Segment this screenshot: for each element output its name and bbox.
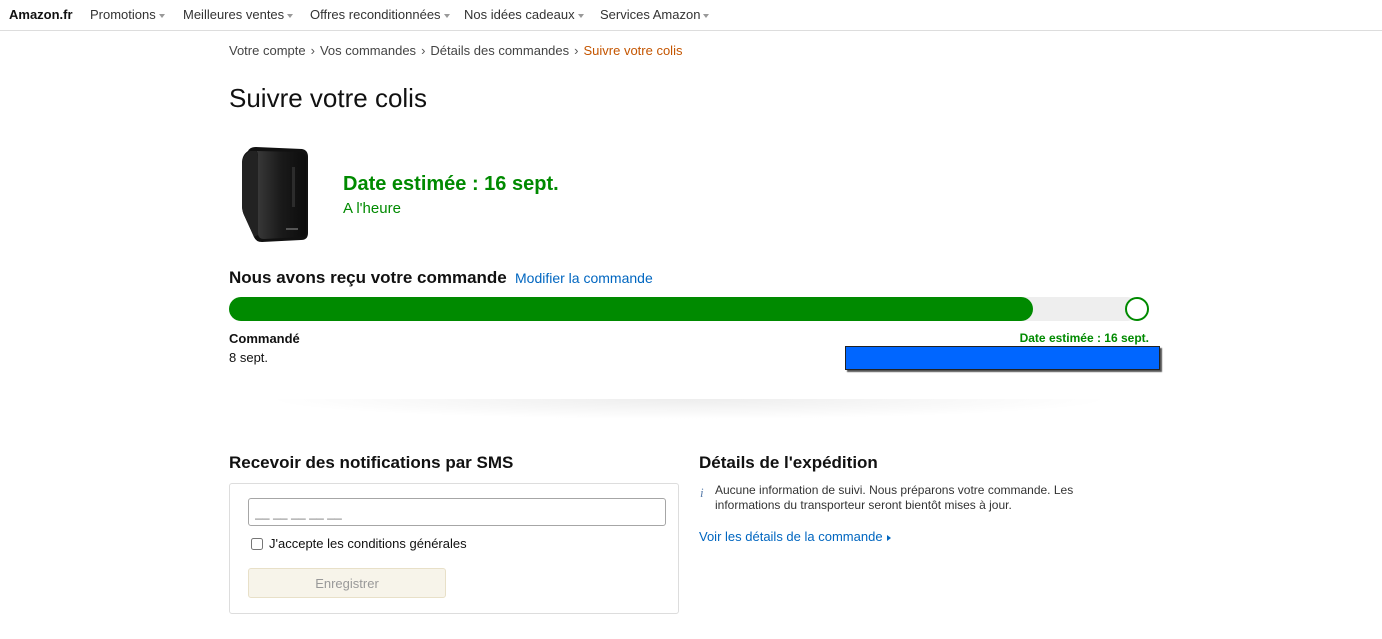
nav-item-promotions[interactable]: Promotions xyxy=(90,7,165,22)
progress-start-date: 8 sept. xyxy=(229,350,269,365)
nav-item-services[interactable]: Services Amazon xyxy=(600,7,710,22)
chevron-down-icon xyxy=(158,13,165,18)
estimated-delivery-date: Date estimée : 16 sept. xyxy=(343,173,559,195)
nav-item-label: Meilleures ventes xyxy=(183,7,285,22)
order-details-link-label: Voir les détails de la commande xyxy=(699,529,883,544)
nav-item-label: Promotions xyxy=(90,7,156,22)
nav-item-gift-ideas[interactable]: Nos idées cadeaux xyxy=(464,7,584,22)
product-image[interactable] xyxy=(238,145,310,245)
terms-checkbox-row[interactable]: J'accepte les conditions générales xyxy=(251,536,467,551)
breadcrumb-separator: › xyxy=(574,43,579,58)
shipping-info-text: Aucune information de suivi. Nous prépar… xyxy=(715,483,1074,512)
progress-track xyxy=(229,297,1139,321)
chevron-right-icon xyxy=(886,534,891,541)
brand-logo[interactable]: Amazon.fr xyxy=(9,7,73,22)
chevron-down-icon xyxy=(577,13,584,18)
progress-end-label: Date estimée : 16 sept. xyxy=(1019,331,1149,345)
phone-number-input[interactable] xyxy=(248,498,666,526)
nav-item-bestsellers[interactable]: Meilleures ventes xyxy=(183,7,294,22)
nas-device-icon xyxy=(242,147,308,242)
nav-item-refurbished[interactable]: Offres reconditionnées xyxy=(310,7,450,22)
order-details-link[interactable]: Voir les détails de la commande xyxy=(699,529,891,544)
breadcrumb-order-details[interactable]: Détails des commandes xyxy=(430,43,569,58)
nav-item-label: Services Amazon xyxy=(600,7,701,22)
progress-fill xyxy=(229,297,1034,321)
progress-start-label: Commandé xyxy=(229,331,300,346)
terms-checkbox[interactable] xyxy=(251,538,263,550)
breadcrumb-separator: › xyxy=(421,43,426,58)
nav-item-label: Offres reconditionnées xyxy=(310,7,441,22)
breadcrumb-your-orders[interactable]: Vos commandes xyxy=(320,43,416,58)
save-button[interactable]: Enregistrer xyxy=(248,568,446,598)
sms-section-title: Recevoir des notifications par SMS xyxy=(229,453,514,472)
sms-form-box: J'accepte les conditions générales Enreg… xyxy=(229,483,679,614)
section-divider xyxy=(229,399,1149,421)
page-title: Suivre votre colis xyxy=(229,83,427,113)
breadcrumb: Votre compte › Vos commandes › Détails des c… xyxy=(229,43,682,58)
chevron-down-icon xyxy=(703,13,710,18)
modify-order-link[interactable]: Modifier la commande xyxy=(515,270,653,286)
nav-item-label: Nos idées cadeaux xyxy=(464,7,575,22)
top-nav: Amazon.fr Promotions Meilleures ventes O… xyxy=(0,0,1382,31)
tracking-status-title: Nous avons reçu votre commande xyxy=(229,268,507,287)
shipping-section-title: Détails de l'expédition xyxy=(699,453,878,472)
delivery-status: A l'heure xyxy=(343,200,401,217)
breadcrumb-your-account[interactable]: Votre compte xyxy=(229,43,306,58)
breadcrumb-current: Suivre votre colis xyxy=(583,43,683,58)
terms-label: J'accepte les conditions générales xyxy=(269,536,467,551)
chevron-down-icon xyxy=(443,13,450,18)
chevron-down-icon xyxy=(287,13,294,18)
progress-end-marker xyxy=(1125,297,1149,321)
breadcrumb-separator: › xyxy=(310,43,315,58)
redaction-bar xyxy=(845,346,1160,370)
info-icon: i xyxy=(700,485,704,500)
